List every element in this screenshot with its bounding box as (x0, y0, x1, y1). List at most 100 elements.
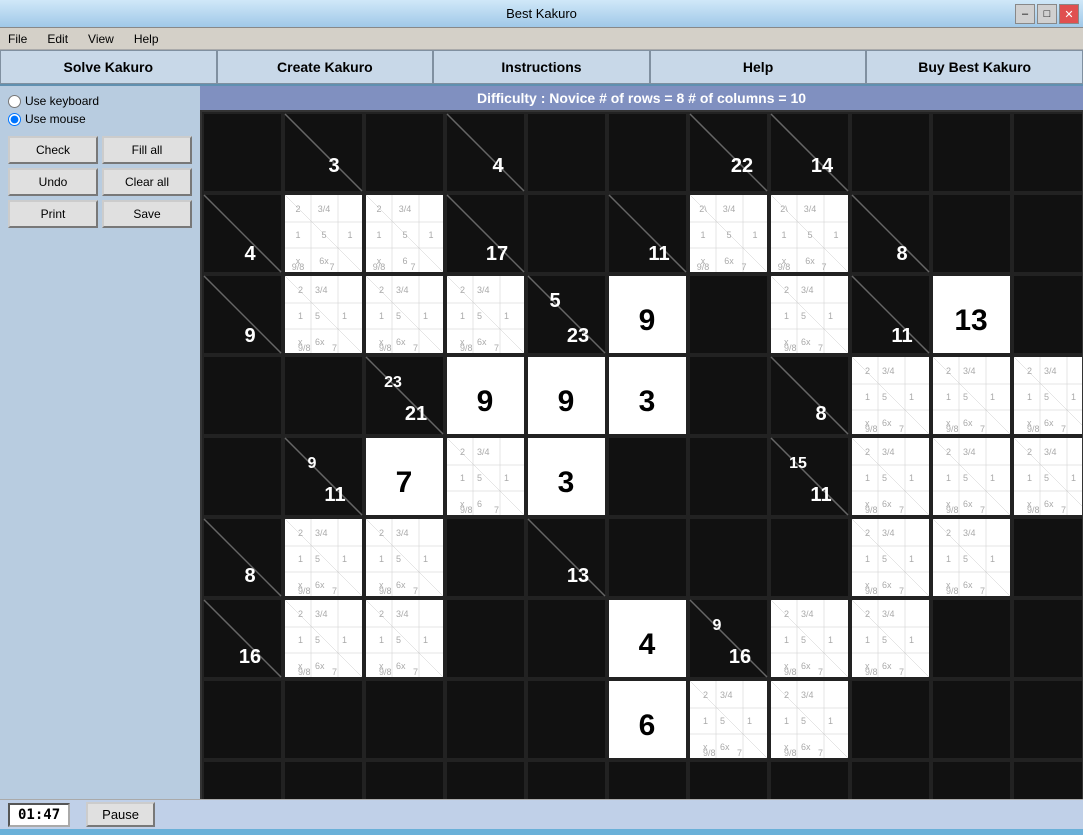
minimize-button[interactable]: – (1015, 4, 1035, 24)
svg-text:13: 13 (567, 565, 589, 587)
grid-svg: .blk { fill: #111; } .wht { fill: white;… (202, 112, 1082, 799)
menu-edit[interactable]: Edit (43, 30, 72, 48)
svg-text:1: 1 (298, 635, 303, 645)
svg-text:3/4: 3/4 (396, 609, 409, 619)
svg-text:9/8: 9/8 (697, 262, 710, 272)
svg-text:1: 1 (379, 554, 384, 564)
svg-text:7: 7 (818, 343, 823, 353)
svg-text:6x: 6x (1044, 418, 1054, 428)
kakuro-grid[interactable]: .blk { fill: #111; } .wht { fill: white;… (200, 110, 1083, 799)
svg-text:1: 1 (342, 311, 347, 321)
svg-text:5: 5 (477, 473, 482, 483)
svg-text:5: 5 (1044, 473, 1049, 483)
svg-text:5: 5 (720, 716, 725, 726)
svg-text:5: 5 (963, 554, 968, 564)
svg-text:9/8: 9/8 (292, 262, 305, 272)
nav-solve[interactable]: Solve Kakuro (0, 50, 217, 84)
svg-text:3/4: 3/4 (396, 528, 409, 538)
check-button[interactable]: Check (8, 136, 98, 164)
svg-text:6x: 6x (963, 580, 973, 590)
svg-text:22: 22 (731, 155, 753, 177)
svg-text:7: 7 (494, 505, 499, 515)
svg-text:9/8: 9/8 (865, 667, 878, 677)
svg-text:9: 9 (713, 617, 722, 634)
svg-text:7: 7 (396, 466, 413, 499)
svg-text:1: 1 (784, 635, 789, 645)
svg-text:6x: 6x (315, 337, 325, 347)
svg-text:3/4: 3/4 (801, 285, 814, 295)
fill-all-button[interactable]: Fill all (102, 136, 192, 164)
svg-text:6x: 6x (963, 499, 973, 509)
svg-text:2: 2 (295, 204, 300, 214)
nav-buy[interactable]: Buy Best Kakuro (866, 50, 1083, 84)
svg-text:7: 7 (410, 262, 415, 272)
svg-text:9: 9 (244, 325, 255, 347)
svg-text:5: 5 (882, 392, 887, 402)
svg-text:7: 7 (413, 343, 418, 353)
svg-text:17: 17 (486, 243, 508, 265)
svg-text:3/4: 3/4 (882, 366, 895, 376)
menu-file[interactable]: File (4, 30, 31, 48)
svg-text:5: 5 (315, 554, 320, 564)
main-area: Use keyboard Use mouse Check Fill all Un… (0, 86, 1083, 799)
svg-text:2: 2 (1027, 447, 1032, 457)
nav-help[interactable]: Help (650, 50, 867, 84)
print-button[interactable]: Print (8, 200, 98, 228)
svg-text:1: 1 (460, 473, 465, 483)
svg-text:9/8: 9/8 (784, 748, 797, 758)
svg-text:7: 7 (980, 586, 985, 596)
svg-text:6x: 6x (477, 337, 487, 347)
svg-text:7: 7 (899, 505, 904, 515)
svg-text:3/4: 3/4 (963, 447, 976, 457)
svg-text:9/8: 9/8 (865, 424, 878, 434)
svg-text:1: 1 (909, 635, 914, 645)
undo-button[interactable]: Undo (8, 168, 98, 196)
svg-text:2: 2 (376, 204, 381, 214)
svg-text:5: 5 (801, 311, 806, 321)
svg-text:2: 2 (298, 285, 303, 295)
pause-button[interactable]: Pause (86, 802, 155, 827)
svg-text:6x: 6x (805, 256, 815, 266)
svg-text:1: 1 (781, 230, 786, 240)
clear-all-button[interactable]: Clear all (102, 168, 192, 196)
svg-text:6x: 6x (882, 580, 892, 590)
svg-text:2: 2 (865, 366, 870, 376)
svg-text:7: 7 (329, 262, 334, 272)
svg-text:1: 1 (828, 311, 833, 321)
svg-text:1: 1 (1071, 473, 1076, 483)
difficulty-text: Difficulty : Novice # of rows = 8 # of c… (477, 90, 806, 106)
svg-text:6x: 6x (882, 418, 892, 428)
svg-text:2: 2 (865, 609, 870, 619)
close-button[interactable]: ✕ (1059, 4, 1079, 24)
nav-instructions[interactable]: Instructions (433, 50, 650, 84)
svg-text:3/4: 3/4 (801, 609, 814, 619)
svg-text:2: 2 (946, 366, 951, 376)
svg-text:2: 2 (865, 528, 870, 538)
svg-text:5: 5 (801, 716, 806, 726)
svg-text:6x: 6x (396, 580, 406, 590)
svg-text:2: 2 (865, 447, 870, 457)
menu-view[interactable]: View (84, 30, 118, 48)
svg-text:11: 11 (891, 325, 912, 347)
mouse-radio[interactable] (8, 113, 21, 126)
svg-text:2: 2 (946, 447, 951, 457)
menu-help[interactable]: Help (130, 30, 163, 48)
svg-text:3/4: 3/4 (1044, 366, 1057, 376)
restore-button[interactable]: □ (1037, 4, 1057, 24)
nav-create[interactable]: Create Kakuro (217, 50, 434, 84)
svg-text:7: 7 (332, 343, 337, 353)
svg-text:6x: 6x (1044, 499, 1054, 509)
svg-text:9/8: 9/8 (379, 667, 392, 677)
svg-text:9: 9 (477, 385, 494, 418)
svg-text:1: 1 (423, 635, 428, 645)
keyboard-radio[interactable] (8, 95, 21, 108)
svg-text:1: 1 (865, 392, 870, 402)
svg-text:6x: 6x (801, 661, 811, 671)
svg-text:3/4: 3/4 (723, 204, 736, 214)
svg-text:2: 2 (784, 285, 789, 295)
svg-text:11: 11 (324, 484, 345, 506)
keyboard-label: Use keyboard (25, 94, 99, 108)
save-button[interactable]: Save (102, 200, 192, 228)
svg-text:1: 1 (347, 230, 352, 240)
svg-text:6x: 6x (315, 580, 325, 590)
